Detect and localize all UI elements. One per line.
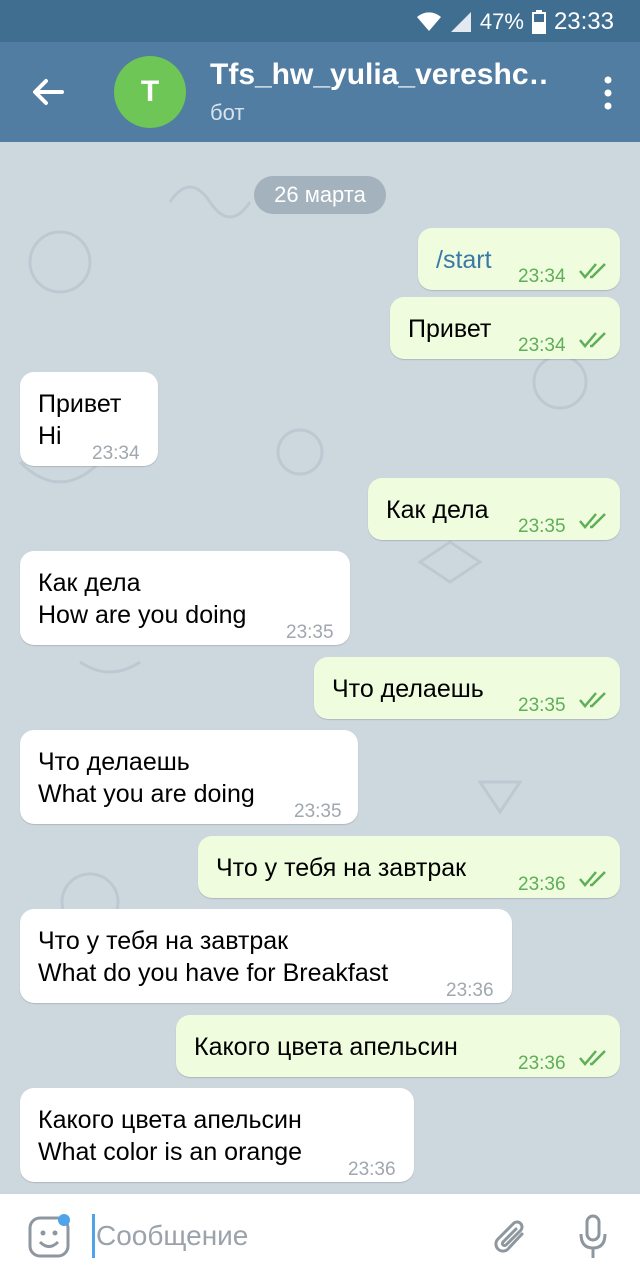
signal-icon — [450, 12, 471, 32]
mic-icon[interactable] — [578, 1214, 608, 1260]
arrow-left-icon[interactable] — [28, 72, 68, 112]
avatar[interactable]: T — [114, 56, 186, 128]
double-check-icon — [579, 1050, 606, 1066]
incoming-message[interactable]: Какого цвета апельсин What color is an o… — [20, 1088, 414, 1182]
battery-icon — [531, 10, 546, 34]
double-check-icon — [579, 263, 606, 279]
message-text: Что делаешь — [332, 675, 484, 703]
chat-subtitle: бот — [210, 100, 245, 125]
status-bar: 47% 23:33 — [0, 0, 640, 42]
double-check-icon — [579, 692, 606, 708]
message-text: Какого цвета апельсин What color is an o… — [38, 1104, 302, 1168]
message-text: Какого цвета апельсин — [194, 1033, 458, 1061]
message-line: What color is an orange — [38, 1138, 303, 1166]
message-line: How are you doing — [38, 601, 247, 629]
outgoing-message[interactable]: Что у тебя на завтрак 23:36 — [198, 836, 620, 898]
wifi-icon — [416, 12, 441, 31]
message-line: Что делаешь — [38, 748, 190, 776]
avatar-letter: T — [140, 75, 160, 108]
message-time: 23:34 — [92, 443, 140, 464]
message-text: Привет — [408, 315, 492, 343]
incoming-message[interactable]: Что у тебя на завтрак What do you have f… — [20, 909, 512, 1003]
outgoing-message[interactable]: Что делаешь 23:35 — [314, 657, 620, 719]
incoming-message[interactable]: Привет Hi 23:34 — [20, 372, 158, 466]
outgoing-message[interactable]: Какого цвета апельсин 23:36 — [176, 1015, 620, 1077]
notification-dot — [58, 1214, 70, 1226]
outgoing-message[interactable]: /start 23:34 — [418, 228, 620, 290]
clock: 23:33 — [553, 8, 614, 35]
message-line: What do you have for Breakfast — [38, 959, 389, 987]
message-line: Какого цвета апельсин — [38, 1106, 302, 1134]
incoming-message[interactable]: Что делаешь What you are doing 23:35 — [20, 730, 358, 824]
outgoing-message[interactable]: Привет 23:34 — [390, 297, 620, 359]
double-check-icon — [579, 332, 606, 348]
message-line: Что у тебя на завтрак — [38, 927, 289, 955]
message-time: 23:35 — [294, 801, 342, 822]
message-time: 23:35 — [286, 622, 334, 643]
message-line: Как дела — [38, 569, 141, 597]
message-time: 23:34 — [518, 266, 566, 287]
message-time: 23:36 — [518, 874, 566, 895]
message-time: 23:35 — [518, 695, 566, 716]
text-cursor — [92, 1214, 95, 1258]
message-time: 23:34 — [518, 335, 566, 356]
attach-icon[interactable] — [494, 1216, 530, 1258]
message-time: 23:36 — [518, 1053, 566, 1074]
battery-level: 47% — [479, 9, 524, 34]
message-composer: Сообщение — [0, 1194, 640, 1280]
message-time: 23:36 — [446, 980, 494, 1001]
chat-title[interactable]: Tfs_hw_yulia_vereshc… — [210, 58, 550, 92]
bot-command-link[interactable]: /start — [436, 244, 492, 276]
message-time: 23:35 — [518, 516, 566, 537]
message-text: Что у тебя на завтрак What do you have f… — [38, 925, 388, 989]
message-time: 23:36 — [348, 1159, 396, 1180]
message-text: Что у тебя на завтрак — [216, 854, 467, 882]
message-line: Привет — [38, 390, 122, 418]
date-divider: 26 марта — [254, 176, 386, 214]
outgoing-message[interactable]: Как дела 23:35 — [368, 478, 620, 540]
message-line: Hi — [38, 422, 62, 450]
double-check-icon — [579, 871, 606, 887]
message-line: What you are doing — [38, 780, 255, 808]
message-text: Что делаешь What you are doing — [38, 746, 255, 810]
chat-header: T Tfs_hw_yulia_vereshc… бот — [0, 42, 640, 142]
message-text: Как дела — [386, 496, 489, 524]
incoming-message[interactable]: Как дела How are you doing 23:35 — [20, 551, 350, 645]
message-text: Как дела How are you doing — [38, 567, 246, 631]
message-input[interactable]: Сообщение — [96, 1220, 248, 1252]
message-list[interactable]: 26 марта /start 23:34 Привет 23:34 Приве… — [0, 142, 640, 1194]
more-vertical-icon[interactable] — [604, 76, 612, 110]
double-check-icon — [579, 513, 606, 529]
